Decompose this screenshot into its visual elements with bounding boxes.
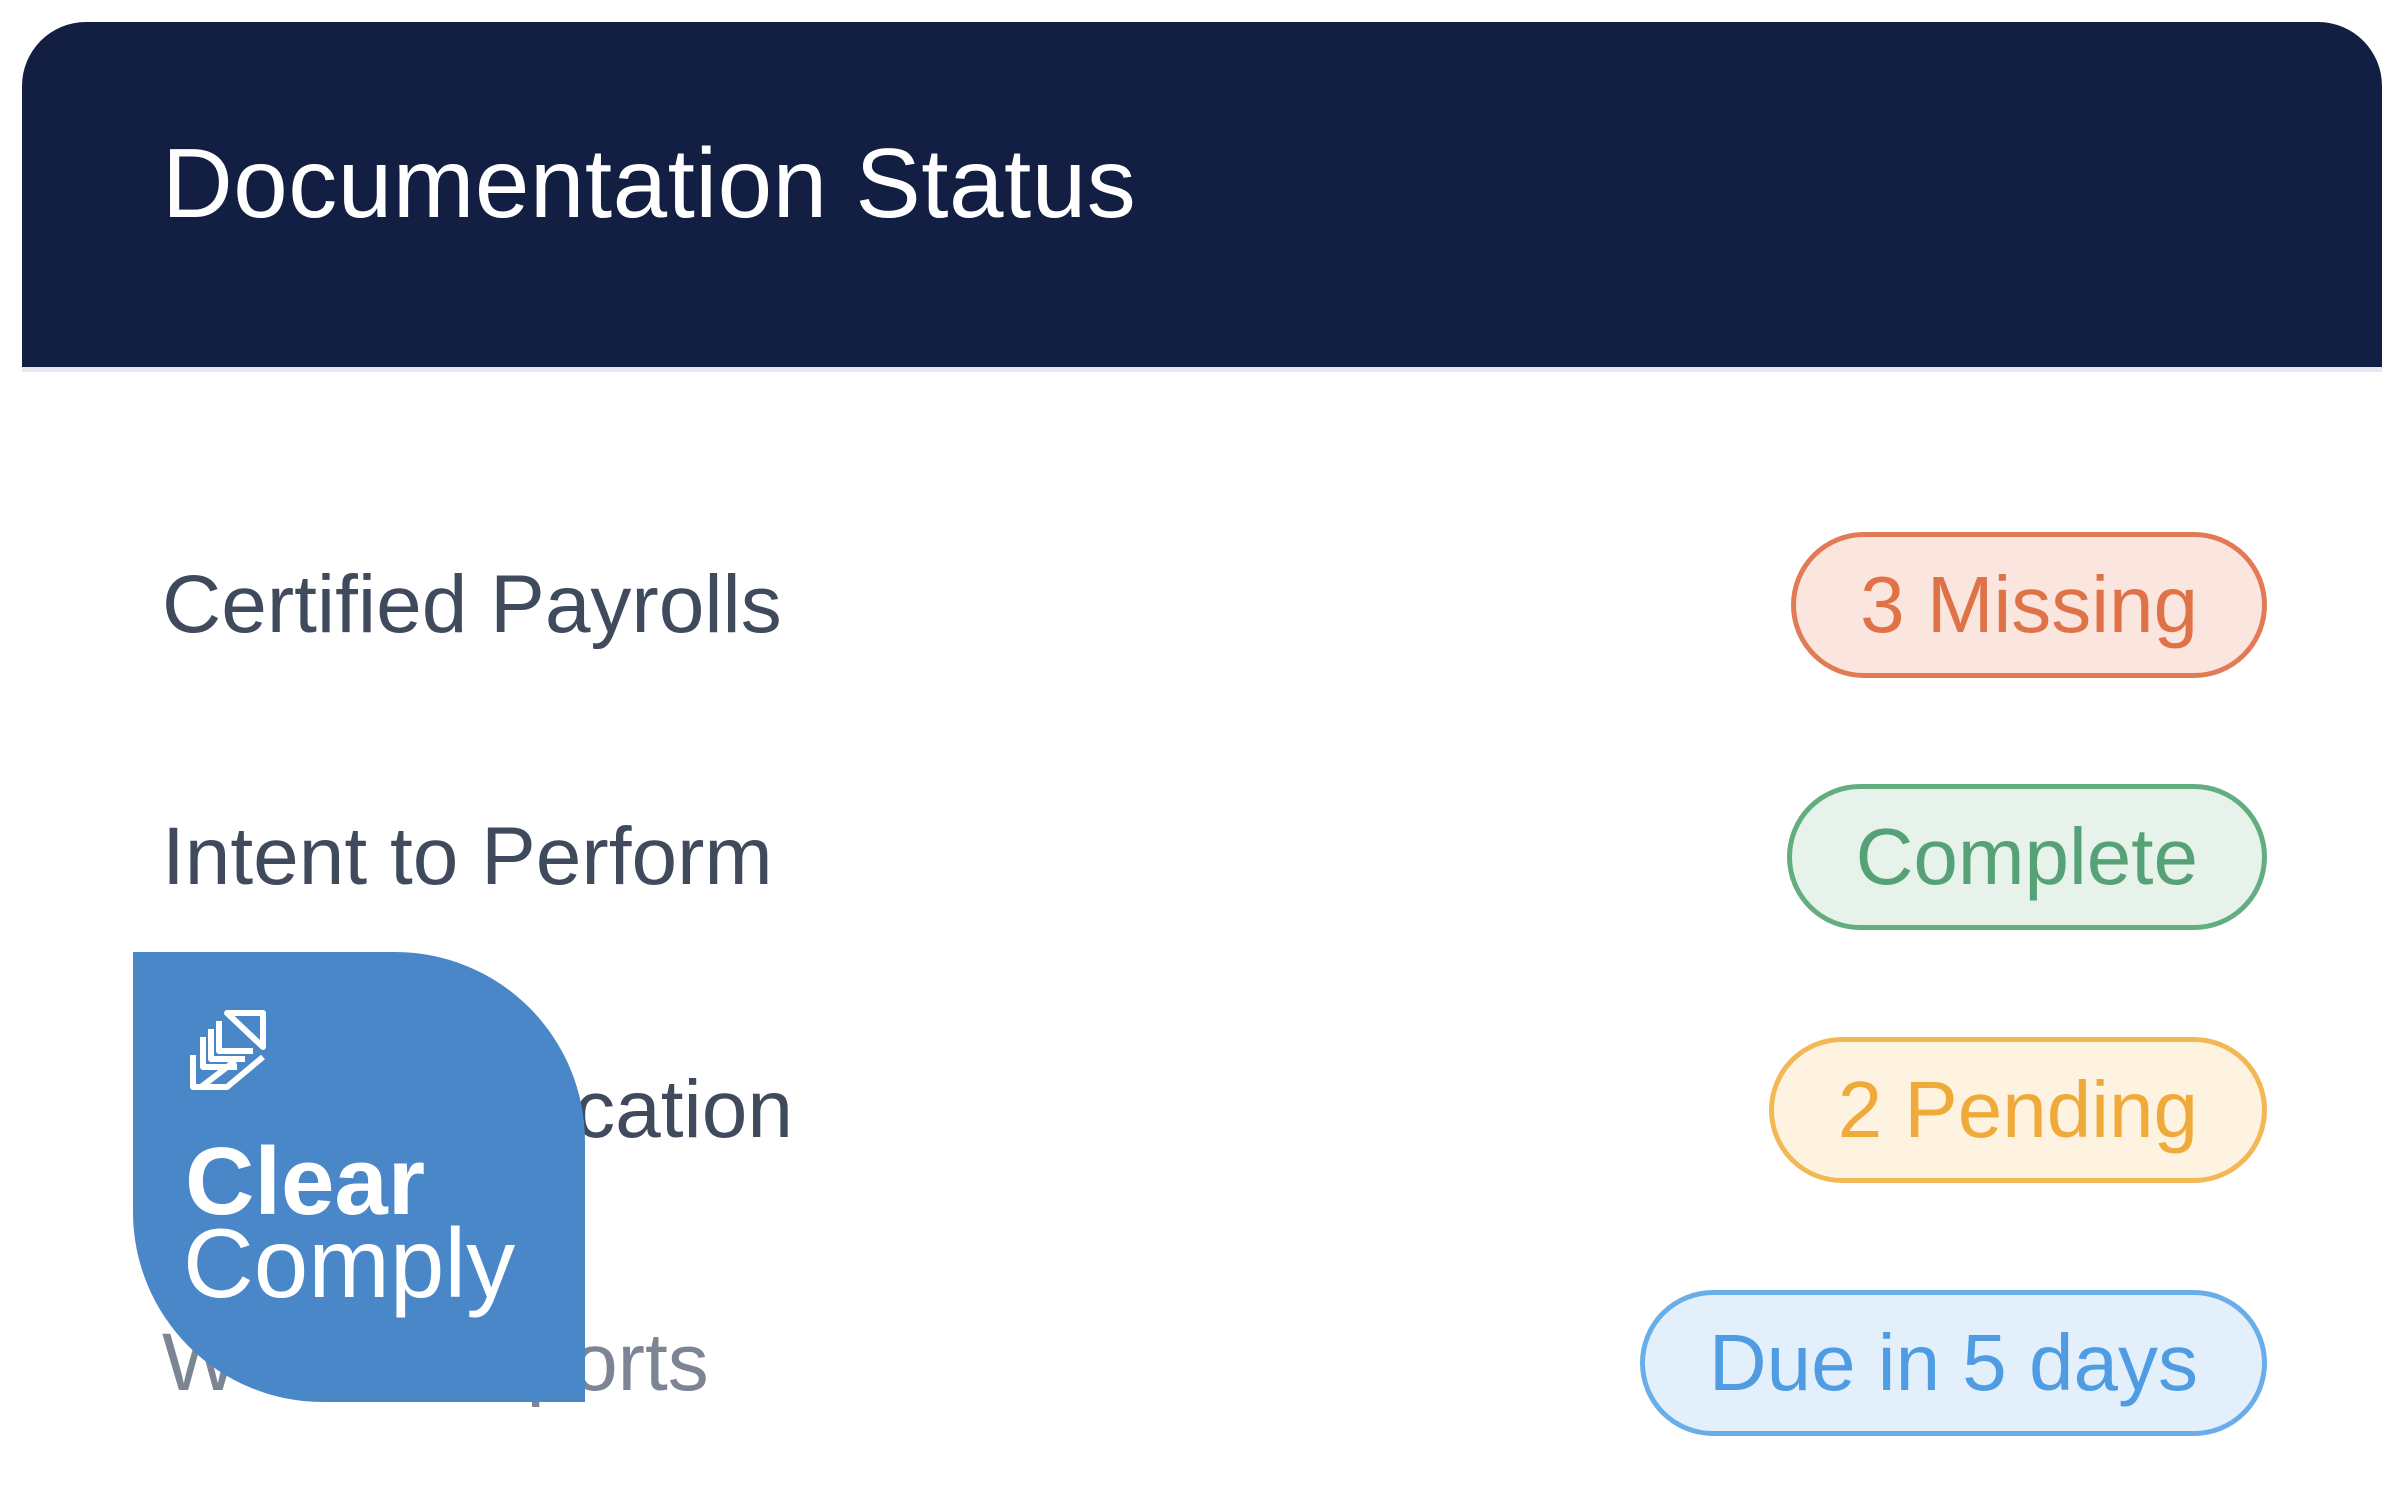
card-title: Documentation Status xyxy=(162,128,1137,238)
status-badge-due[interactable]: Due in 5 days xyxy=(1639,1290,2267,1436)
clearcomply-logo: Clear Comply xyxy=(133,952,585,1402)
card-header: Documentation Status xyxy=(22,22,2382,372)
leaf-grid-icon xyxy=(190,1010,266,1090)
status-badge-pending[interactable]: 2 Pending xyxy=(1768,1037,2267,1183)
status-badge-complete[interactable]: Complete xyxy=(1786,784,2267,930)
status-badge-missing[interactable]: 3 Missing xyxy=(1791,532,2267,678)
logo-word-comply: Comply xyxy=(183,1208,516,1318)
status-row-intent-to-perform: Intent to Perform Complete xyxy=(22,777,2382,937)
row-label: Intent to Perform xyxy=(162,811,773,902)
row-label: Certified Payrolls xyxy=(162,559,782,650)
status-row-certified-payrolls: Certified Payrolls 3 Missing xyxy=(22,525,2382,685)
